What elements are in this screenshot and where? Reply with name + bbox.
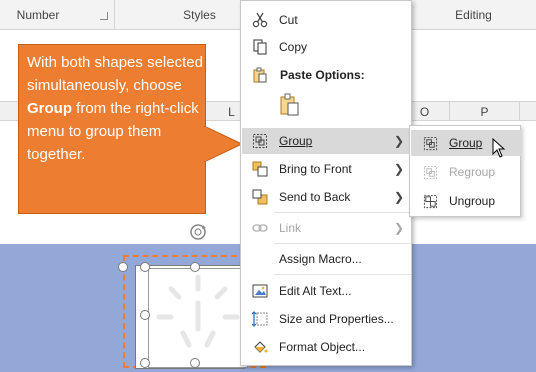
menu-item-bring-to-front[interactable]: Bring to Front ❯ [242,156,412,182]
ribbon-group-label: Styles [183,8,216,22]
submenu-item-ungroup[interactable]: Ungroup [411,188,521,214]
callout-text-part: With both shapes selected simultaneously… [27,54,203,94]
shape-image-placeholder[interactable] [148,268,248,368]
menu-separator [274,274,411,275]
menu-item-assign-macro[interactable]: Assign Macro... [242,246,412,272]
callout-text: With both shapes selected simultaneously… [27,51,205,166]
menu-separator [274,212,411,213]
ribbon-group-number: Number [0,0,115,30]
menu-item-group[interactable]: Group ❯ [242,128,412,154]
callout-bold-text: Group [27,100,72,117]
ungroup-icon [423,194,438,209]
link-icon [252,224,268,232]
fireworks-icon [156,274,240,348]
copy-icon [253,39,267,55]
menu-item-label: Format Object... [279,340,366,354]
column-header-p[interactable]: P [450,102,520,121]
column-label: L [228,104,235,119]
menu-item-paste-options: Paste Options: [242,62,412,88]
submenu-item-label: Regroup [449,165,496,179]
menu-item-label: Send to Back [279,190,351,204]
alt-text-icon [252,284,268,298]
submenu-item-label: Ungroup [449,194,496,208]
menu-item-label: Edit Alt Text... [279,284,352,298]
submenu-item-label: Group [449,136,483,150]
menu-item-label: Link [279,221,302,235]
submenu-chevron-icon: ❯ [393,162,404,176]
group-icon [253,134,267,148]
clipboard-icon [253,67,267,83]
menu-separator [274,243,411,244]
paint-bucket-icon [254,341,268,353]
submenu-chevron-icon: ❯ [393,134,404,148]
menu-item-copy[interactable]: Copy [242,34,412,60]
regroup-icon [423,165,438,180]
menu-item-label: Bring to Front [279,162,352,176]
menu-item-label: Copy [279,40,308,54]
menu-item-size-properties[interactable]: Size and Properties... [242,306,412,332]
menu-item-send-to-back[interactable]: Send to Back ❯ [242,184,412,210]
callout-pointer [204,126,244,162]
dialog-launcher-icon[interactable] [100,12,108,20]
menu-item-format-object[interactable]: Format Object... [242,334,412,360]
submenu-item-regroup[interactable]: Regroup [411,159,521,185]
resize-handle[interactable] [140,358,150,368]
instruction-callout: With both shapes selected simultaneously… [18,44,206,214]
column-label: P [480,104,489,119]
menu-item-cut[interactable]: Cut [242,7,412,33]
submenu-chevron-icon: ❯ [393,221,404,235]
ribbon-group-label: Number [16,8,60,22]
paste-button[interactable] [278,93,302,117]
scissors-icon [252,12,268,28]
menu-item-link[interactable]: Link ❯ [242,215,412,241]
paste-icon [280,93,299,116]
menu-item-label: Cut [279,13,298,27]
resize-handle[interactable] [190,262,200,272]
resize-handle[interactable] [190,358,200,368]
bring-to-front-icon [252,161,268,177]
mouse-cursor-icon [492,138,506,158]
resize-handle[interactable] [118,262,128,272]
submenu-chevron-icon: ❯ [393,190,404,204]
menu-item-label: Group [279,134,312,148]
menu-item-edit-alt-text[interactable]: Edit Alt Text... [242,278,412,304]
column-label: O [419,104,430,119]
resize-handle[interactable] [140,310,150,320]
rotate-handle-icon[interactable] [186,220,210,247]
menu-item-label: Size and Properties... [279,312,394,326]
group-icon [423,136,438,151]
menu-item-label: Assign Macro... [279,252,362,266]
resize-handle[interactable] [140,262,150,272]
ribbon-group-label: Editing [455,8,492,22]
menu-item-label-text: Group [279,134,313,148]
size-properties-icon [252,311,268,327]
context-menu: Cut Copy Paste Options: Group ❯ Bring to… [240,0,412,366]
paste-options-heading: Paste Options: [280,68,365,82]
send-to-back-icon [252,189,268,205]
